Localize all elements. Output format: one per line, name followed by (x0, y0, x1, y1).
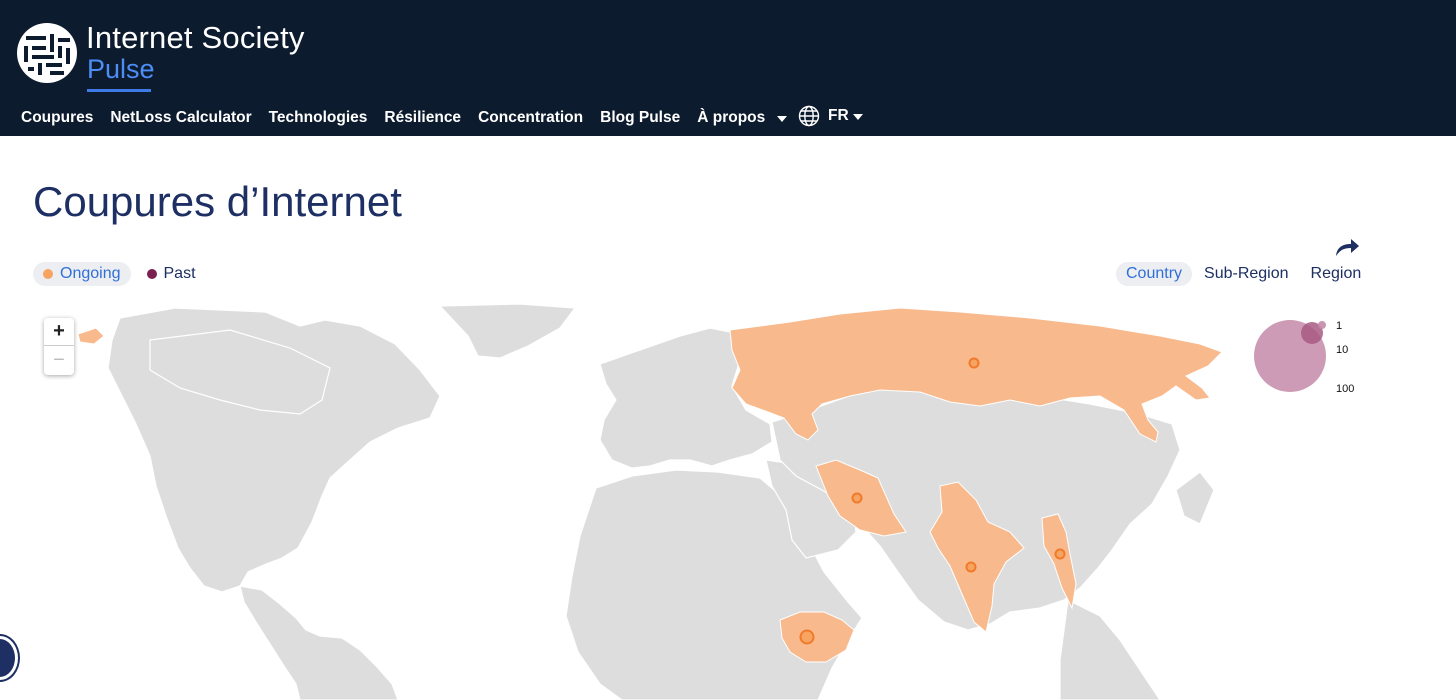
language-label: FR (828, 107, 849, 124)
nav-item-technologies[interactable]: Technologies (269, 109, 368, 127)
size-legend-label-10: 10 (1336, 344, 1349, 356)
size-legend: 1 10 100 (1250, 316, 1370, 406)
marker-myanmar[interactable] (1054, 548, 1066, 560)
filter-past[interactable]: Past (137, 262, 206, 286)
marker-ethiopia[interactable] (799, 629, 815, 645)
marker-iran[interactable] (851, 492, 863, 504)
share-arrow-icon[interactable] (1334, 236, 1360, 258)
brand-underline (87, 89, 151, 92)
globe-icon (798, 105, 820, 127)
scope-subregion[interactable]: Sub-Region (1194, 262, 1299, 286)
zoom-in-button[interactable]: + (44, 318, 74, 346)
site-header: Internet Society Pulse Coupures NetLoss … (0, 0, 1456, 136)
zoom-control: + − (44, 318, 74, 375)
filter-past-label: Past (163, 265, 196, 282)
nav-item-a-propos[interactable]: À propos (697, 109, 788, 127)
status-filter: Ongoing Past (33, 262, 206, 286)
brand-subname[interactable]: Pulse (87, 54, 155, 85)
world-map[interactable] (0, 300, 1456, 700)
scope-country[interactable]: Country (1116, 262, 1193, 286)
chevron-down-icon (852, 114, 863, 120)
internet-society-logo[interactable] (16, 22, 78, 84)
scope-region[interactable]: Region (1301, 262, 1372, 286)
country-iceland[interactable] (77, 327, 105, 345)
language-selector[interactable]: FR (798, 105, 863, 127)
filter-ongoing-label: Ongoing (60, 265, 121, 282)
nav-item-coupures[interactable]: Coupures (21, 109, 93, 127)
main-nav: Coupures NetLoss Calculator Technologies… (21, 106, 804, 130)
nav-item-a-propos-label: À propos (697, 109, 766, 126)
nav-item-resilience[interactable]: Résilience (384, 109, 461, 127)
past-dot (146, 269, 157, 279)
size-legend-label-100: 100 (1336, 383, 1355, 395)
marker-russia[interactable] (968, 357, 980, 369)
ongoing-dot (43, 269, 53, 279)
marker-india[interactable] (965, 561, 977, 573)
nav-item-blog[interactable]: Blog Pulse (600, 109, 680, 127)
filter-ongoing[interactable]: Ongoing (33, 262, 131, 286)
nav-item-netloss[interactable]: NetLoss Calculator (110, 109, 251, 127)
size-legend-label-1: 1 (1336, 320, 1343, 332)
brand-name[interactable]: Internet Society (86, 20, 305, 56)
scope-toggle: Country Sub-Region Region (1116, 262, 1371, 286)
zoom-out-button[interactable]: − (44, 346, 74, 374)
page-title: Coupures d’Internet (33, 178, 402, 225)
chevron-down-icon (777, 116, 788, 122)
nav-item-concentration[interactable]: Concentration (478, 109, 583, 127)
